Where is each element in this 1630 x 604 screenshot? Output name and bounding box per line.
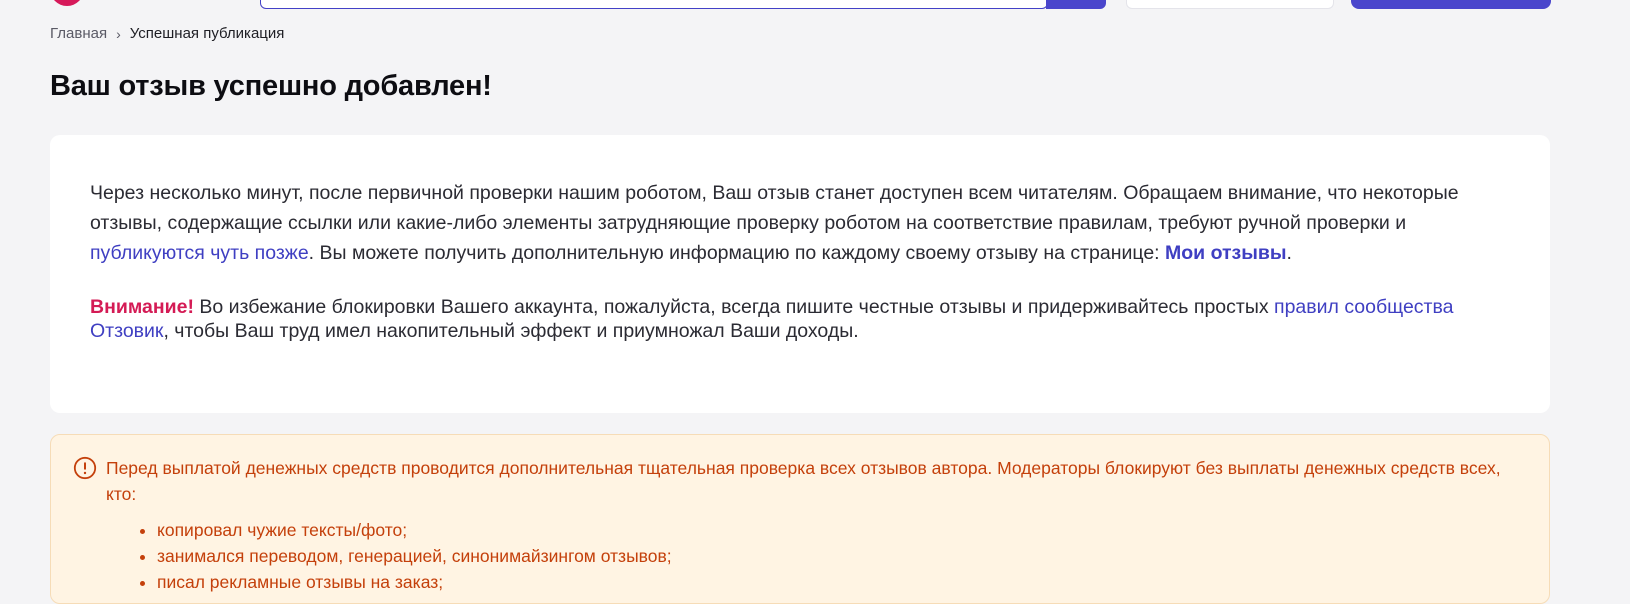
info-text-2: . Вы можете получить дополнительную инфо… xyxy=(308,242,1166,264)
warning-text-1: Во избежание блокировки Вашего аккаунта,… xyxy=(193,296,1275,318)
page-title: Ваш отзыв успешно добавлен! xyxy=(50,70,492,102)
search-button[interactable] xyxy=(1046,0,1106,9)
list-item: занимался переводом, генерацией, синоним… xyxy=(157,543,672,569)
info-card: Через несколько минут, после первичной п… xyxy=(50,135,1550,413)
list-item: копировал чужие тексты/фото; xyxy=(157,517,672,543)
breadcrumb: Главная › Успешная публикация xyxy=(50,25,284,42)
warning-text-2: , чтобы Ваш труд имел накопительный эффе… xyxy=(163,320,859,342)
exclamation-circle-icon xyxy=(73,456,97,480)
my-reviews-link[interactable]: Мои отзывы xyxy=(1165,242,1287,264)
alert-list: копировал чужие тексты/фото; занимался п… xyxy=(133,517,672,595)
site-logo[interactable] xyxy=(50,0,84,6)
warning-paragraph: Внимание! Во избежание блокировки Вашего… xyxy=(90,295,1510,343)
list-item: писал рекламные отзывы на заказ; xyxy=(157,569,672,595)
published-later-link[interactable]: публикуются чуть позже xyxy=(90,242,309,264)
breadcrumb-separator: › xyxy=(116,25,121,42)
header-user-box[interactable] xyxy=(1126,0,1334,9)
warning-label: Внимание! xyxy=(90,296,194,318)
search-input[interactable] xyxy=(260,0,1048,9)
info-text-1: Через несколько минут, после первичной п… xyxy=(90,182,1459,234)
alert-text: Перед выплатой денежных средств проводит… xyxy=(106,458,1501,504)
breadcrumb-home-link[interactable]: Главная xyxy=(50,25,107,42)
moderation-alert: Перед выплатой денежных средств проводит… xyxy=(50,434,1550,604)
info-paragraph: Через несколько минут, после первичной п… xyxy=(90,178,1510,268)
header-action-button[interactable] xyxy=(1351,0,1551,9)
breadcrumb-current: Успешная публикация xyxy=(129,25,285,42)
info-text-3: . xyxy=(1286,242,1292,264)
